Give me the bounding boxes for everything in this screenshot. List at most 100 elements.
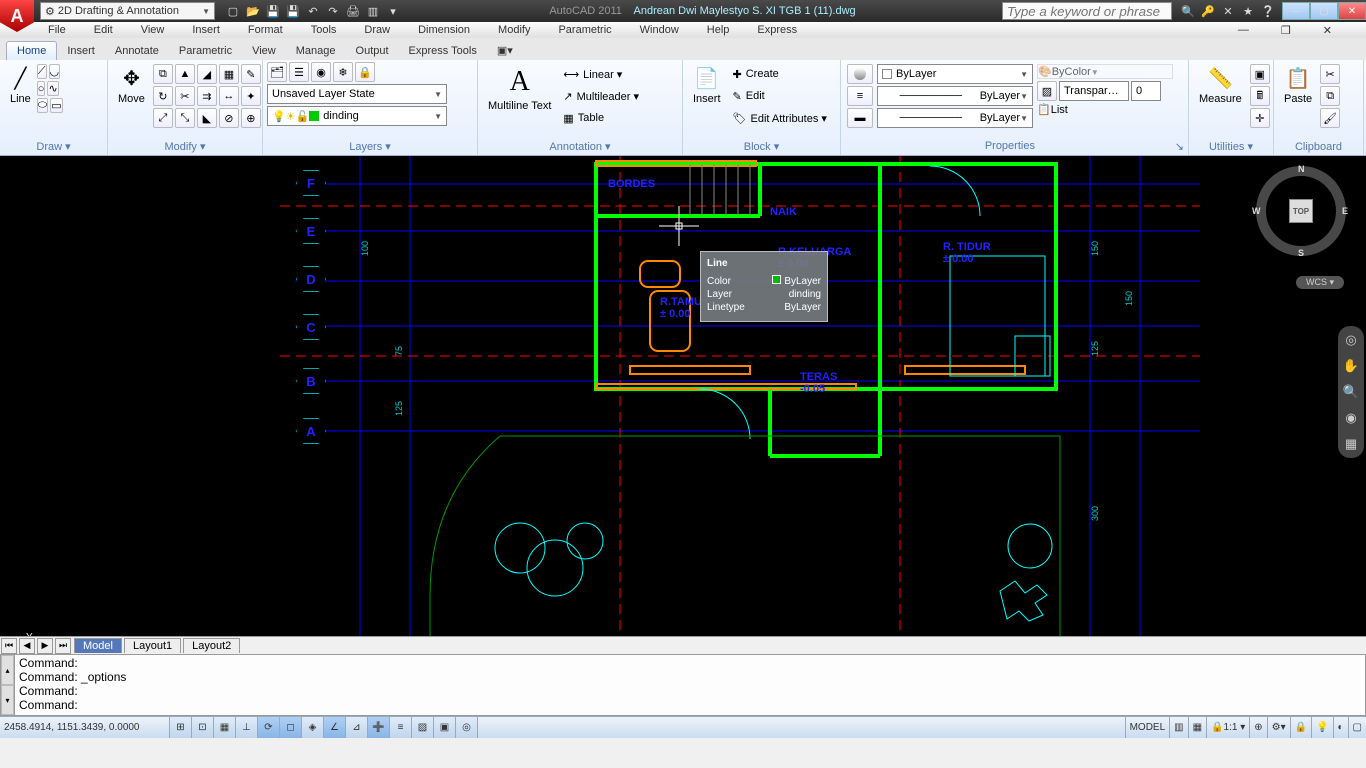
stretch-icon[interactable]: ⤢ [153, 108, 173, 128]
explode-icon[interactable]: ✦ [241, 86, 261, 106]
layout-tab-layout2[interactable]: Layout2 [183, 638, 240, 653]
infocenter-search[interactable] [1002, 2, 1172, 20]
panel-modify-title[interactable]: Modify ▾ [112, 138, 258, 155]
viewcube[interactable]: TOP N E S W [1256, 166, 1346, 256]
status-quickview-icon[interactable]: ▦ [1188, 717, 1206, 738]
tab-first[interactable]: ⏮ [1, 638, 17, 654]
ellipse-icon[interactable]: ⬭ [37, 98, 48, 113]
chamfer-icon[interactable]: ◣ [197, 108, 217, 128]
menu-view[interactable]: View [141, 24, 165, 36]
binoculars-icon[interactable]: 🔍 [1179, 2, 1197, 20]
open-icon[interactable]: 📂 [244, 2, 262, 20]
panel-layers-title[interactable]: Layers ▾ [267, 138, 473, 155]
erase-icon[interactable]: ✎ [241, 64, 261, 84]
mtext-button[interactable]: A Multiline Text [482, 62, 557, 116]
doc-restore[interactable]: ❐ [1281, 24, 1291, 37]
layer-iso-icon[interactable]: ◉ [311, 62, 331, 82]
offset-icon[interactable]: ⇉ [197, 86, 217, 106]
menu-window[interactable]: Window [640, 24, 679, 36]
doc-close[interactable]: ✕ [1323, 24, 1332, 37]
point-icon[interactable]: ✛ [1250, 108, 1270, 128]
menu-modify[interactable]: Modify [498, 24, 530, 36]
panel-properties-title[interactable]: Properties ↘ [845, 138, 1184, 155]
tab-prev[interactable]: ◀ [19, 638, 35, 654]
cut-icon[interactable]: ✂ [1320, 64, 1340, 84]
sc-icon[interactable]: ◎ [456, 717, 478, 738]
layer-freeze-icon[interactable]: ❄ [333, 62, 353, 82]
saveas-icon[interactable]: 💾 [284, 2, 302, 20]
line-button[interactable]: ╱ Line [4, 62, 37, 109]
clean-screen[interactable]: ▢ [1348, 717, 1366, 738]
model-space-button[interactable]: MODEL [1125, 717, 1170, 738]
layer-lock-icon[interactable]: 🔒 [355, 62, 375, 82]
tab-manage[interactable]: Manage [286, 42, 346, 60]
linear-dim-button[interactable]: ⟷Linear ▾ [559, 64, 643, 84]
save-icon[interactable]: 💾 [264, 2, 282, 20]
edit-attributes-button[interactable]: 🏷Edit Attributes ▾ [729, 108, 831, 128]
star-icon[interactable]: ★ [1239, 2, 1257, 20]
panel-draw-title[interactable]: Draw ▾ [4, 138, 103, 155]
layer-state-icon[interactable]: ☰ [289, 62, 309, 82]
dyn-icon[interactable]: ➕ [368, 717, 390, 738]
tab-view[interactable]: View [242, 42, 286, 60]
zoom-extents-icon[interactable]: 🔍 [1343, 384, 1359, 400]
tab-parametric[interactable]: Parametric [169, 42, 242, 60]
multileader-button[interactable]: ↗Multileader ▾ [559, 86, 643, 106]
annoscale-toggle[interactable]: ⊕ [1249, 717, 1266, 738]
layer-state-dropdown[interactable]: Unsaved Layer State▼ [267, 84, 447, 104]
insert-button[interactable]: 📄 Insert [687, 62, 727, 109]
more-icon[interactable]: ▥ [364, 2, 382, 20]
polyline-icon[interactable]: ⟋ [37, 64, 47, 79]
new-icon[interactable]: ▢ [224, 2, 242, 20]
menu-express[interactable]: Express [757, 24, 797, 36]
tab-output[interactable]: Output [346, 42, 399, 60]
help-icon[interactable]: ❔ [1259, 2, 1277, 20]
rectangle-icon[interactable]: ▭ [50, 98, 62, 113]
arc-icon[interactable]: ◡ [49, 64, 61, 79]
qp-icon[interactable]: ▣ [434, 717, 456, 738]
wcs-dropdown[interactable]: WCS ▾ [1296, 276, 1344, 289]
tab-insert[interactable]: Insert [57, 42, 105, 60]
tpy-icon[interactable]: ▨ [412, 717, 434, 738]
panel-utilities-title[interactable]: Utilities ▾ [1193, 138, 1269, 155]
maximize-button[interactable]: ▢ [1310, 2, 1338, 20]
scale-icon[interactable]: ⤡ [175, 108, 195, 128]
tab-annotate[interactable]: Annotate [105, 42, 169, 60]
otrack-icon[interactable]: ∠ [324, 717, 346, 738]
ortho-icon[interactable]: ⊥ [236, 717, 258, 738]
move-button[interactable]: ✥ Move [112, 62, 151, 109]
isolate-objects[interactable]: ◐ [1333, 717, 1348, 738]
transparency-label[interactable]: Transpar… [1059, 81, 1129, 101]
menu-file[interactable]: File [48, 24, 66, 36]
ducs-icon[interactable]: ⊿ [346, 717, 368, 738]
extend-icon[interactable]: ↔ [219, 86, 239, 106]
exchange-icon[interactable]: ✕ [1219, 2, 1237, 20]
tab-home[interactable]: Home [6, 41, 57, 60]
menu-format[interactable]: Format [248, 24, 283, 36]
coordinates[interactable]: 2458.4914, 1151.3439, 0.0000 [0, 717, 170, 738]
list-button[interactable]: 📋List [1037, 103, 1173, 116]
toolbar-lock[interactable]: 🔒 [1290, 717, 1311, 738]
panel-annotation-title[interactable]: Annotation ▾ [482, 138, 678, 155]
select-all-icon[interactable]: ▣ [1250, 64, 1270, 84]
minimize-button[interactable]: — [1282, 2, 1310, 20]
spline-icon[interactable]: ∿ [47, 81, 58, 96]
annotation-scale[interactable]: 🔒 1:1 ▾ [1206, 717, 1249, 738]
plotstyle-dropdown[interactable]: 🎨ByColor▼ [1037, 64, 1173, 79]
infer-icon[interactable]: ⊞ [170, 717, 192, 738]
circle-icon[interactable]: ○ [37, 81, 46, 96]
fillet-icon[interactable]: ◢ [197, 64, 217, 84]
panel-block-title[interactable]: Block ▾ [687, 138, 836, 155]
join-icon[interactable]: ⊕ [241, 108, 261, 128]
block-create-button[interactable]: ✚Create [729, 64, 831, 84]
linetype-dropdown[interactable]: ────────ByLayer▼ [877, 86, 1033, 106]
break-icon[interactable]: ⊘ [219, 108, 239, 128]
polar-icon[interactable]: ⟳ [258, 717, 280, 738]
transparency-icon[interactable]: ▨ [1037, 81, 1057, 101]
workspace-dropdown[interactable]: ⚙ 2D Drafting & Annotation ▼ [40, 2, 215, 20]
hardware-accel[interactable]: 💡 [1311, 717, 1332, 738]
snap-icon[interactable]: ⊡ [192, 717, 214, 738]
menu-draw[interactable]: Draw [364, 24, 390, 36]
match-icon[interactable]: 🖌 [1320, 108, 1340, 128]
layout-tab-model[interactable]: Model [74, 638, 122, 653]
